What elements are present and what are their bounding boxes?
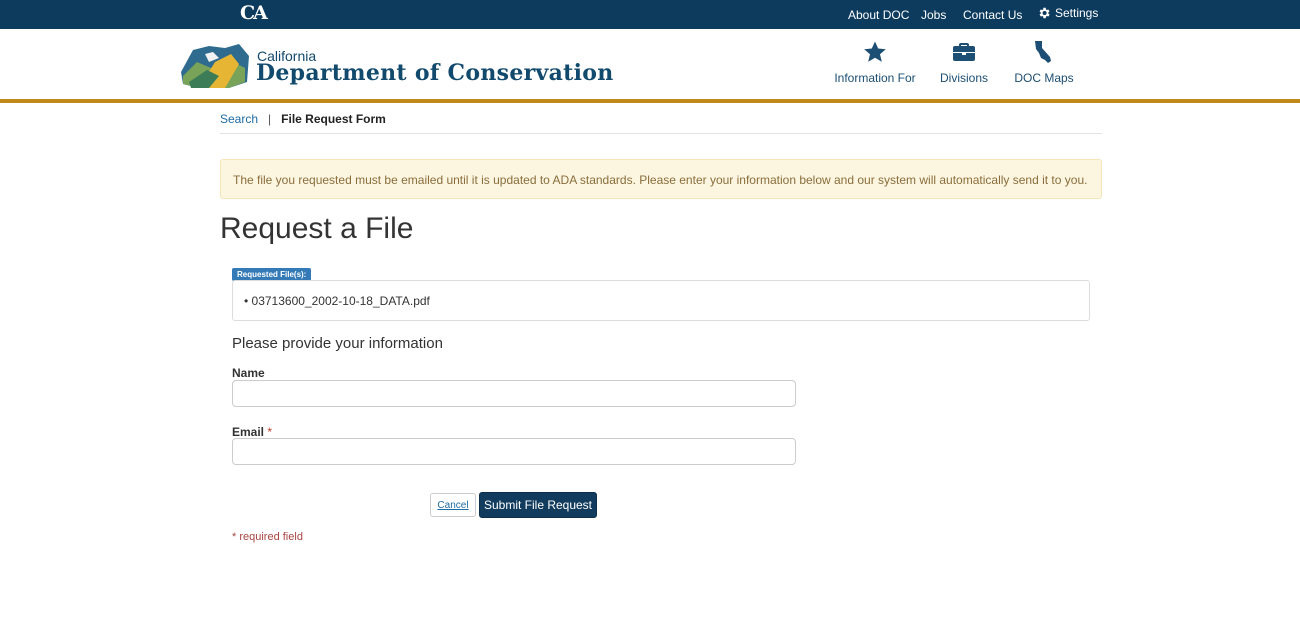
- nav-doc-maps[interactable]: DOC Maps: [999, 40, 1089, 85]
- breadcrumb-separator: |: [268, 112, 272, 126]
- name-field[interactable]: [232, 380, 796, 407]
- nav-label: Divisions: [939, 71, 988, 85]
- breadcrumb: Search | File Request Form: [220, 112, 1102, 134]
- alert-message: The file you requested must be emailed u…: [233, 173, 1088, 187]
- california-map-icon: [1035, 41, 1051, 63]
- header-divider: [0, 99, 1300, 103]
- info-alert: The file you requested must be emailed u…: [220, 159, 1102, 199]
- doc-logo-icon[interactable]: [179, 42, 251, 90]
- nav-information-for[interactable]: Information For: [830, 40, 920, 85]
- settings-button[interactable]: Settings: [1037, 6, 1098, 20]
- nav-label: DOC Maps: [1014, 71, 1074, 85]
- email-field[interactable]: [232, 438, 796, 465]
- breadcrumb-current: File Request Form: [281, 112, 386, 126]
- nav-divisions[interactable]: Divisions: [919, 40, 1009, 85]
- page-title: Request a File: [220, 212, 414, 245]
- submit-file-request-button[interactable]: Submit File Request: [479, 492, 597, 518]
- jobs-link[interactable]: Jobs: [921, 8, 946, 22]
- required-marker: *: [267, 425, 273, 439]
- about-doc-link[interactable]: About DOC: [848, 8, 909, 22]
- required-field-note: * required field: [232, 531, 303, 543]
- section-heading: Please provide your information: [232, 335, 443, 352]
- settings-label: Settings: [1055, 6, 1099, 20]
- email-label: Email *: [232, 425, 272, 439]
- contact-us-link[interactable]: Contact Us: [963, 8, 1022, 22]
- email-label-text: Email: [232, 425, 265, 439]
- nav-label: Information For: [834, 71, 916, 85]
- list-item: • 03713600_2002-10-18_DATA.pdf: [244, 294, 430, 308]
- name-label: Name: [232, 366, 265, 380]
- cancel-button[interactable]: Cancel: [430, 493, 476, 517]
- ca-logo[interactable]: CA: [240, 2, 268, 24]
- gear-icon: [1039, 7, 1050, 19]
- star-icon: [864, 41, 886, 62]
- utility-bar: CA About DOC Jobs Contact Us Settings: [0, 0, 1300, 29]
- briefcase-icon: [953, 43, 975, 61]
- logo-title[interactable]: Department of Conservation: [256, 60, 614, 86]
- breadcrumb-search-link[interactable]: Search: [220, 112, 258, 126]
- requested-files-list: • 03713600_2002-10-18_DATA.pdf: [232, 280, 1090, 321]
